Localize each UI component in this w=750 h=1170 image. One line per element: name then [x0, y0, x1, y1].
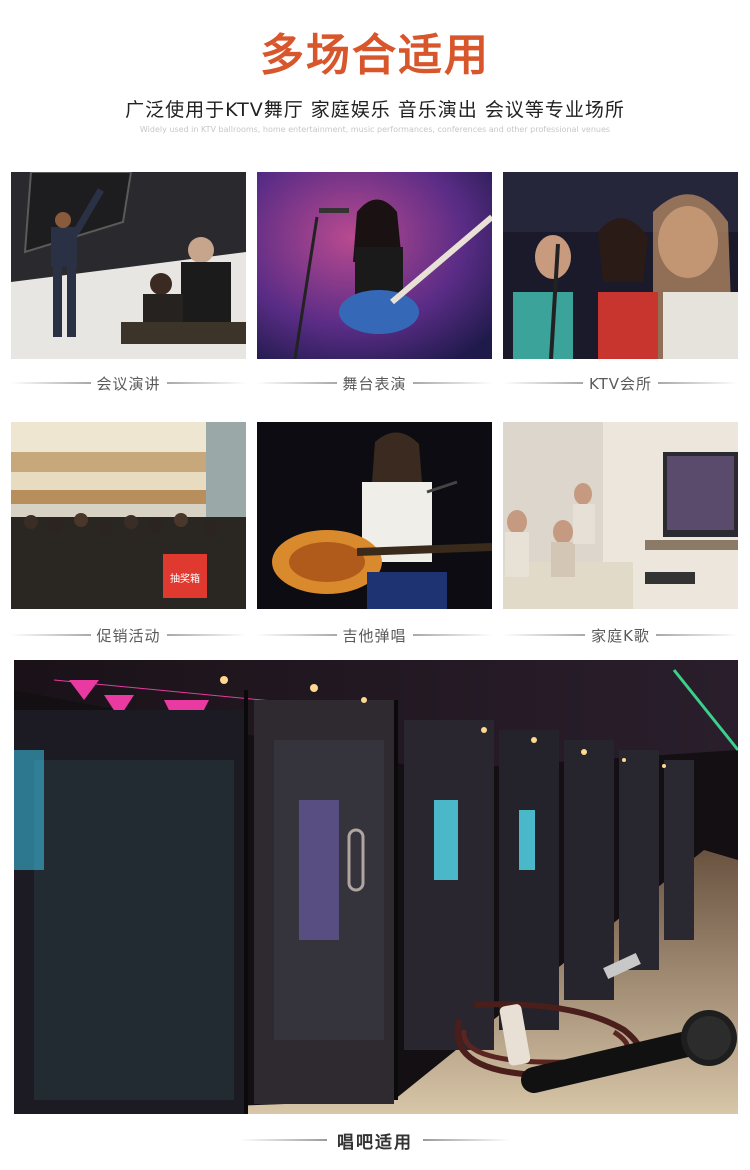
scene-photo-conference [11, 172, 246, 359]
caption-rule-left [503, 382, 583, 384]
scene-caption-stage: 舞台表演 [257, 371, 493, 395]
scene-caption-ktv: KTV会所 [503, 371, 739, 395]
scene-label: KTV会所 [588, 374, 653, 393]
caption-rule-right [423, 1139, 510, 1141]
scene-photo-guitar [257, 422, 492, 609]
scene-caption-guitar: 吉他弹唱 [257, 623, 493, 647]
caption-rule-left [240, 1139, 327, 1141]
scene-label: 舞台表演 [342, 374, 407, 393]
scene-photo-ktv [503, 172, 738, 359]
caption-rule-left [11, 382, 91, 384]
caption-rule-left [257, 634, 337, 636]
scene-photo-stage [257, 172, 492, 359]
scene-label: 促销活动 [96, 626, 161, 645]
caption-rule-right [412, 634, 493, 636]
scene-caption-conference: 会议演讲 [11, 371, 247, 395]
caption-rule-right [412, 382, 493, 384]
caption-rule-left [257, 382, 337, 384]
caption-rule-left [11, 634, 91, 636]
caption-rule-left [503, 634, 586, 636]
caption-rule-right [655, 634, 738, 636]
scene-label: 会议演讲 [96, 374, 161, 393]
page-title: 多场合适用 [260, 30, 490, 81]
scene-photo-promotion: 抽奖箱 [11, 422, 246, 609]
feature-photo-karaoke-booths [14, 660, 738, 1114]
caption-rule-right [166, 382, 247, 384]
promo-box-sign: 抽奖箱 [170, 572, 200, 585]
scene-caption-promotion: 促销活动 [11, 623, 247, 647]
feature-caption: 唱吧适用 [240, 1126, 510, 1154]
page-subtitle: 广泛使用于KTV舞厅 家庭娱乐 音乐演出 会议等专业场所 [125, 99, 625, 121]
scene-label: 家庭K歌 [591, 626, 650, 645]
page-subtitle-english: Widely used in KTV ballrooms, home enter… [139, 125, 611, 134]
scene-label: 吉他弹唱 [342, 626, 407, 645]
scene-caption-home-karaoke: 家庭K歌 [503, 623, 738, 647]
caption-rule-right [166, 634, 247, 636]
caption-rule-right [658, 382, 739, 384]
scene-photo-home-karaoke [503, 422, 738, 609]
feature-label: 唱吧适用 [337, 1132, 413, 1153]
